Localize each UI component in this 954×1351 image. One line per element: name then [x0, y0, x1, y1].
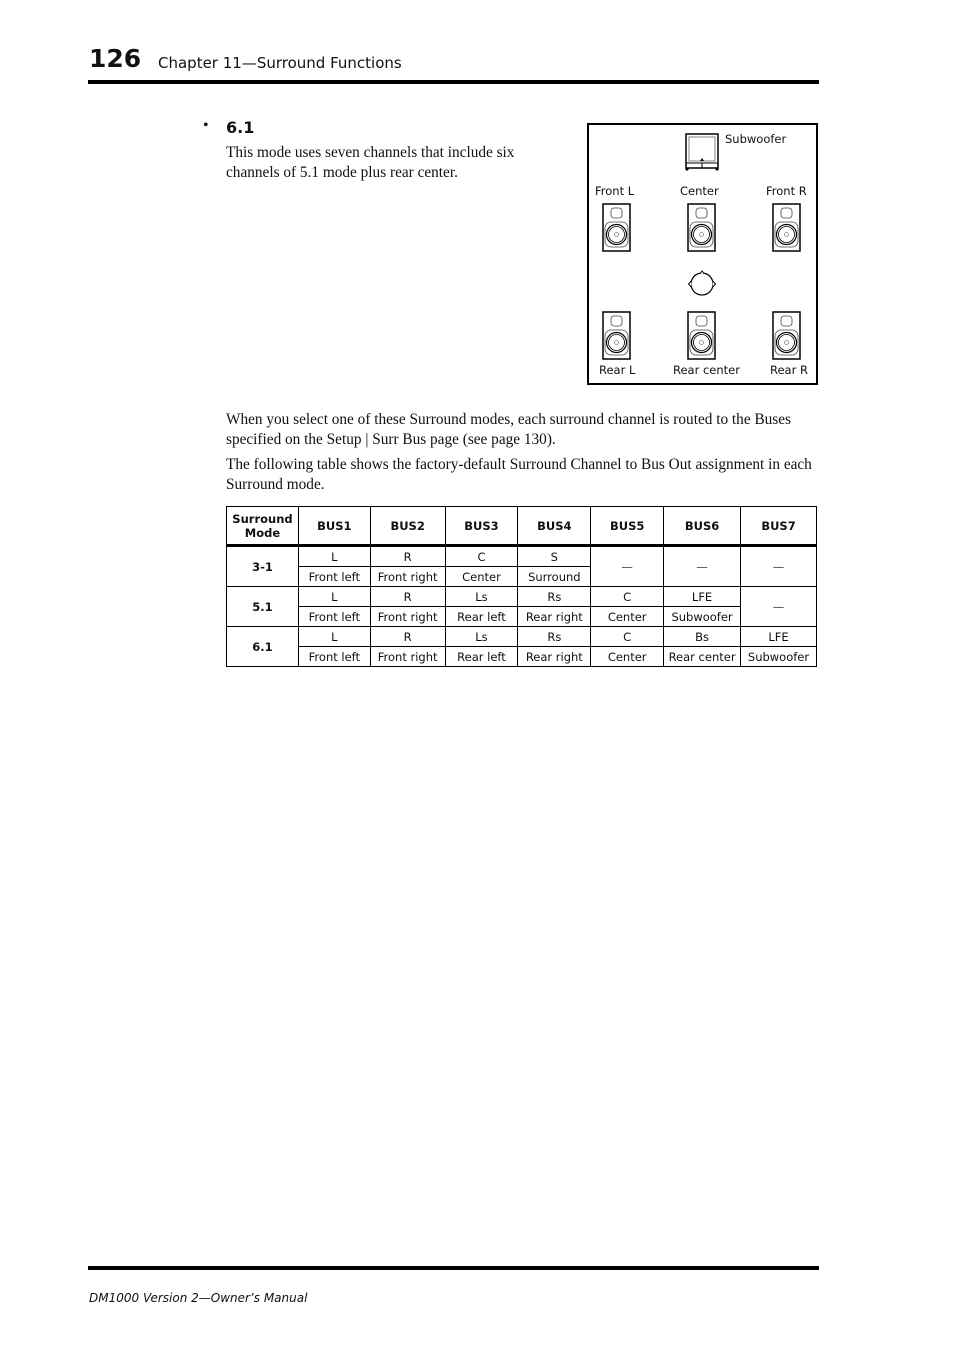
code-cell: LFE	[663, 586, 742, 607]
code-cell: L	[297, 545, 371, 567]
table-row: 3-1 L R C S — — —	[226, 545, 817, 587]
label-rear-r: Rear R	[770, 363, 808, 377]
code-cell: Bs	[663, 626, 742, 647]
code-cell: R	[369, 545, 446, 567]
table-row: 6.1 L R Ls Rs C Bs LFE	[226, 626, 817, 667]
name-cell: Surround	[517, 566, 592, 587]
paragraph-table-intro: The following table shows the factory-de…	[226, 456, 812, 493]
name-cell: Front left	[297, 566, 371, 587]
header-bus3: BUS3	[444, 506, 519, 547]
code-cell: Ls	[444, 586, 519, 607]
label-center: Center	[680, 184, 719, 198]
name-cell: Rear right	[517, 606, 592, 627]
header-bus5: BUS5	[590, 506, 665, 547]
bus-assignment-table: Surround Mode BUS1 BUS2 BUS3 BUS4 BUS5 B…	[226, 506, 817, 667]
header-bus4: BUS4	[517, 506, 592, 547]
label-front-l: Front L	[595, 184, 635, 198]
chapter-title: Chapter 11—Surround Functions	[158, 54, 402, 72]
listener-icon	[687, 270, 717, 296]
label-rear-l: Rear L	[599, 363, 636, 377]
name-cell: Center	[590, 606, 665, 627]
empty-cell: —	[663, 545, 742, 587]
code-cell: Rs	[517, 626, 592, 647]
empty-cell: —	[740, 545, 817, 587]
speaker-icon-front-l	[602, 203, 631, 252]
table-row: Front left Front right Rear left Rear ri…	[227, 646, 817, 667]
speaker-icon-rear-r	[772, 311, 801, 360]
name-cell: Center	[444, 566, 519, 587]
speaker-layout-diagram: Subwoofer Front L Center Front R Rear L …	[587, 123, 818, 385]
speaker-icon-center	[687, 203, 716, 252]
code-cell: L	[297, 626, 371, 647]
code-cell: C	[590, 586, 665, 607]
page-number: 126	[89, 44, 142, 73]
header-rule	[88, 80, 819, 84]
header-bus6: BUS6	[663, 506, 742, 547]
mode-cell: 5.1	[226, 586, 299, 627]
name-cell: Front left	[297, 646, 371, 667]
mode-cell: 3-1	[226, 545, 299, 587]
table-row: Front left Front right Rear left Rear ri…	[227, 606, 817, 627]
footer-rule	[88, 1266, 819, 1270]
name-cell: Front right	[369, 566, 446, 587]
empty-cell: —	[590, 545, 665, 587]
section-description: This mode uses seven channels that inclu…	[226, 144, 515, 181]
name-cell: Rear left	[444, 646, 519, 667]
code-cell: Ls	[444, 626, 519, 647]
code-cell: Rs	[517, 586, 592, 607]
name-cell: Rear left	[444, 606, 519, 627]
name-cell: Rear right	[517, 646, 592, 667]
name-cell: Front right	[369, 646, 446, 667]
header-bus7: BUS7	[740, 506, 817, 547]
name-cell: Front left	[297, 606, 371, 627]
code-cell: LFE	[740, 626, 817, 647]
mode-cell: 6.1	[226, 626, 299, 667]
header-bus1: BUS1	[297, 506, 371, 547]
table-row: 5.1 L R Ls Rs C LFE —	[226, 586, 817, 627]
name-cell: Subwoofer	[663, 606, 742, 627]
name-cell: Front right	[369, 606, 446, 627]
speaker-icon-rear-center	[687, 311, 716, 360]
name-cell: Center	[590, 646, 665, 667]
label-subwoofer: Subwoofer	[725, 132, 787, 146]
code-cell: R	[369, 586, 446, 607]
footer-manual-title: DM1000 Version 2—Owner’s Manual	[89, 1291, 308, 1305]
speaker-icon-front-r	[772, 203, 801, 252]
name-cell: Subwoofer	[740, 646, 817, 667]
name-cell: Rear center	[663, 646, 742, 667]
subwoofer-icon	[685, 133, 719, 171]
table-header-row: Surround Mode BUS1 BUS2 BUS3 BUS4 BUS5 B…	[226, 506, 817, 547]
code-cell: C	[444, 545, 519, 567]
code-cell: C	[590, 626, 665, 647]
paragraph-routing: When you select one of these Surround mo…	[226, 411, 791, 448]
bullet: •	[203, 117, 209, 134]
code-cell: S	[517, 545, 592, 567]
code-cell: L	[297, 586, 371, 607]
empty-cell: —	[740, 586, 817, 627]
section-title: 6.1	[226, 118, 255, 137]
header-bus2: BUS2	[369, 506, 446, 547]
label-front-r: Front R	[766, 184, 807, 198]
speaker-icon-rear-l	[602, 311, 631, 360]
header-surround-mode: Surround Mode	[226, 506, 299, 547]
code-cell: R	[369, 626, 446, 647]
label-rear-center: Rear center	[673, 363, 740, 377]
